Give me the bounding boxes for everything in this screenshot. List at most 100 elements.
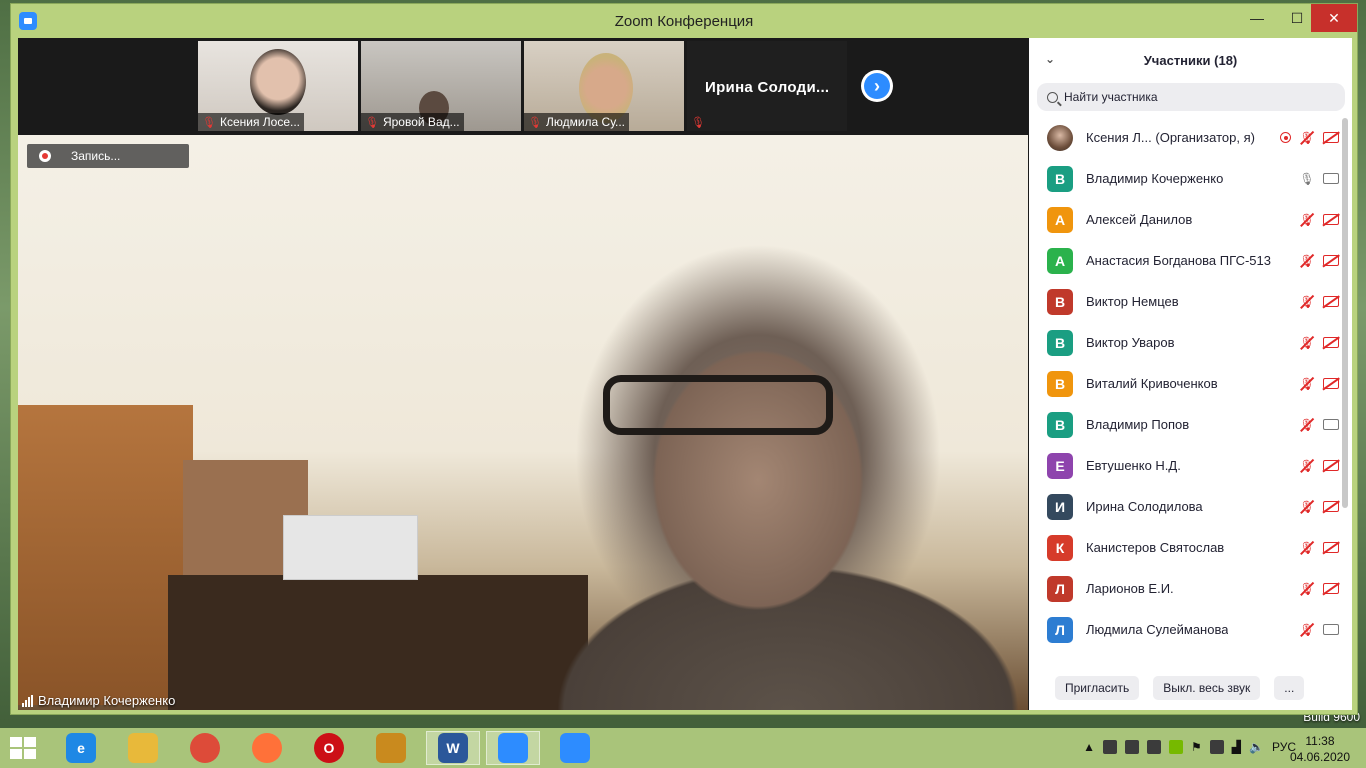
tray-nvidia-icon[interactable] <box>1169 740 1184 754</box>
taskbar-app-button[interactable] <box>548 731 602 765</box>
clock-time: 11:38 <box>1305 734 1335 748</box>
taskbar-app-button[interactable] <box>116 731 170 765</box>
close-button[interactable]: ✕ <box>1311 4 1357 32</box>
word-icon: W <box>438 733 468 763</box>
video-off-icon[interactable] <box>1323 542 1339 553</box>
minimize-button[interactable]: — <box>1237 4 1277 32</box>
video-thumbnail-strip: 🎙 Ксения Лосе... 🎙 Яровой Вад... 🎙 Людмила … <box>18 38 1028 135</box>
mute-all-button[interactable]: Выкл. весь звук <box>1153 676 1261 700</box>
video-off-icon[interactable] <box>1323 296 1339 307</box>
taskbar-app-button[interactable]: e <box>54 731 108 765</box>
mic-muted-icon[interactable]: 🎙 <box>1299 294 1315 310</box>
participant-row[interactable]: Е Евтушенко Н.Д. 🎙 <box>1029 445 1339 486</box>
participant-list-scrollbar[interactable] <box>1342 118 1348 508</box>
microphone-icon[interactable]: 🎙 <box>1299 171 1315 187</box>
participant-row[interactable]: В Владимир Попов 🎙 <box>1029 404 1339 445</box>
mic-muted-icon[interactable]: 🎙 <box>1299 622 1315 638</box>
tray-network-icon[interactable]: ▟ <box>1232 740 1241 754</box>
video-off-icon[interactable] <box>1323 501 1339 512</box>
participant-row[interactable]: Ксения Л... (Организатор, я) 🎙 <box>1029 117 1339 158</box>
tray-overflow-icon[interactable]: ▲ <box>1083 740 1095 754</box>
video-off-icon[interactable] <box>1323 378 1339 389</box>
mic-muted-icon[interactable]: 🎙 <box>1299 130 1315 146</box>
more-button[interactable]: ... <box>1274 676 1305 700</box>
participant-row[interactable]: В Владимир Кочерженко 🎙 <box>1029 158 1339 199</box>
participant-row[interactable]: В Виктор Уваров 🎙 <box>1029 322 1339 363</box>
zoom-window: Zoom Конференция — ☐ ✕ 🎙 Ксения Лосе... 🎙… <box>10 3 1358 715</box>
participant-search-input[interactable]: Найти участника <box>1037 83 1345 111</box>
video-camera-icon[interactable] <box>1323 173 1339 184</box>
video-off-icon[interactable] <box>1323 255 1339 266</box>
mic-muted-icon[interactable]: 🎙 <box>1299 212 1315 228</box>
participant-row[interactable]: А Анастасия Богданова ПГС-513 🎙 <box>1029 240 1339 281</box>
invite-button[interactable]: Пригласить <box>1055 676 1140 700</box>
video-camera-icon[interactable] <box>1323 624 1339 635</box>
firefox-icon <box>252 733 282 763</box>
participant-video-image <box>250 49 306 115</box>
video-off-icon[interactable] <box>1323 460 1339 471</box>
avatar <box>1047 124 1073 151</box>
video-off-icon[interactable] <box>1323 132 1339 143</box>
mic-muted-icon[interactable]: 🎙 <box>1299 253 1315 269</box>
participant-name: Ирина Солодилова <box>1086 499 1203 514</box>
avatar: Л <box>1047 575 1073 602</box>
video-thumbnail[interactable]: 🎙 Яровой Вад... <box>361 41 521 131</box>
participant-row[interactable]: И Ирина Солодилова 🎙 <box>1029 486 1339 527</box>
recording-indicator[interactable]: Запись... <box>27 144 189 168</box>
video-thumbnail[interactable]: Ирина Солоди... 🎙 <box>687 41 847 131</box>
active-speaker-video: Запись... Владимир Кочерженко <box>18 135 1028 710</box>
mic-muted-icon[interactable]: 🎙 <box>1299 458 1315 474</box>
avatar: А <box>1047 206 1073 233</box>
title-bar[interactable]: Zoom Конференция — ☐ ✕ <box>11 4 1357 38</box>
mic-muted-icon[interactable]: 🎙 <box>1299 376 1315 392</box>
tray-app-icon[interactable] <box>1125 740 1140 754</box>
video-off-icon[interactable] <box>1323 214 1339 225</box>
taskbar-app-button[interactable] <box>364 731 418 765</box>
avatar: Е <box>1047 452 1073 479</box>
participant-row[interactable]: Л Ларионов Е.И. 🎙 <box>1029 568 1339 609</box>
clock-date: 04.06.2020 <box>1289 750 1350 764</box>
start-button[interactable] <box>10 737 36 759</box>
chrome-icon <box>190 733 220 763</box>
video-camera-icon[interactable] <box>1323 419 1339 430</box>
video-thumbnail[interactable]: 🎙 Людмила Су... <box>524 41 684 131</box>
participant-row[interactable]: А Алексей Данилов 🎙 <box>1029 199 1339 240</box>
mic-muted-icon[interactable]: 🎙 <box>1299 335 1315 351</box>
tray-battery-icon[interactable] <box>1209 740 1224 754</box>
thumbnail-name: Людмила Су... <box>545 115 626 129</box>
taskbar-app-button[interactable] <box>240 731 294 765</box>
taskbar-app-button[interactable] <box>486 731 540 765</box>
mic-muted-icon[interactable]: 🎙 <box>1299 417 1315 433</box>
participant-row[interactable]: В Виталий Кривоченков 🎙 <box>1029 363 1339 404</box>
taskbar-app-button[interactable]: O <box>302 731 356 765</box>
tray-volume-icon[interactable]: 🔈 <box>1249 740 1264 754</box>
taskbar: e O W ▲ ⚑ ▟ 🔈 РУС 11:38 04.06.2020 <box>0 728 1366 768</box>
mic-muted-icon[interactable]: 🎙 <box>1299 499 1315 515</box>
taskbar-clock[interactable]: 11:38 04.06.2020 <box>1290 733 1350 765</box>
video-off-icon[interactable] <box>1323 337 1339 348</box>
participant-row[interactable]: К Канистеров Святослав 🎙 <box>1029 527 1339 568</box>
participant-row[interactable]: В Виктор Немцев 🎙 <box>1029 281 1339 322</box>
video-thumbnail[interactable]: 🎙 Ксения Лосе... <box>198 41 358 131</box>
opera-icon: O <box>314 733 344 763</box>
thumbnail-name: Ирина Солоди... <box>705 79 830 96</box>
participant-name: Ларионов Е.И. <box>1086 581 1174 596</box>
next-page-button[interactable]: › <box>861 70 893 102</box>
speaker-label: Владимир Кочерженко <box>22 693 175 708</box>
participant-row[interactable]: Л Людмила Сулейманова 🎙 <box>1029 609 1339 650</box>
chevron-right-icon: › <box>874 75 880 96</box>
participant-name: Ксения Л... (Организатор, я) <box>1086 130 1255 145</box>
tray-app-icon[interactable] <box>1103 740 1118 754</box>
tray-keyboard-icon[interactable] <box>1147 740 1162 754</box>
taskbar-app-button[interactable] <box>178 731 232 765</box>
participant-list: Ксения Л... (Организатор, я) 🎙 В Владимир К… <box>1029 117 1339 650</box>
taskbar-app-button[interactable]: W <box>426 731 480 765</box>
video-off-icon[interactable] <box>1323 583 1339 594</box>
chevron-down-icon[interactable]: ⌄ <box>1045 52 1055 66</box>
mic-muted-icon: 🎙 <box>365 116 379 129</box>
recording-icon <box>1280 132 1291 143</box>
mic-muted-icon[interactable]: 🎙 <box>1299 540 1315 556</box>
video-scene-glasses <box>603 375 833 435</box>
tray-flag-icon[interactable]: ⚑ <box>1191 740 1202 754</box>
mic-muted-icon[interactable]: 🎙 <box>1299 581 1315 597</box>
